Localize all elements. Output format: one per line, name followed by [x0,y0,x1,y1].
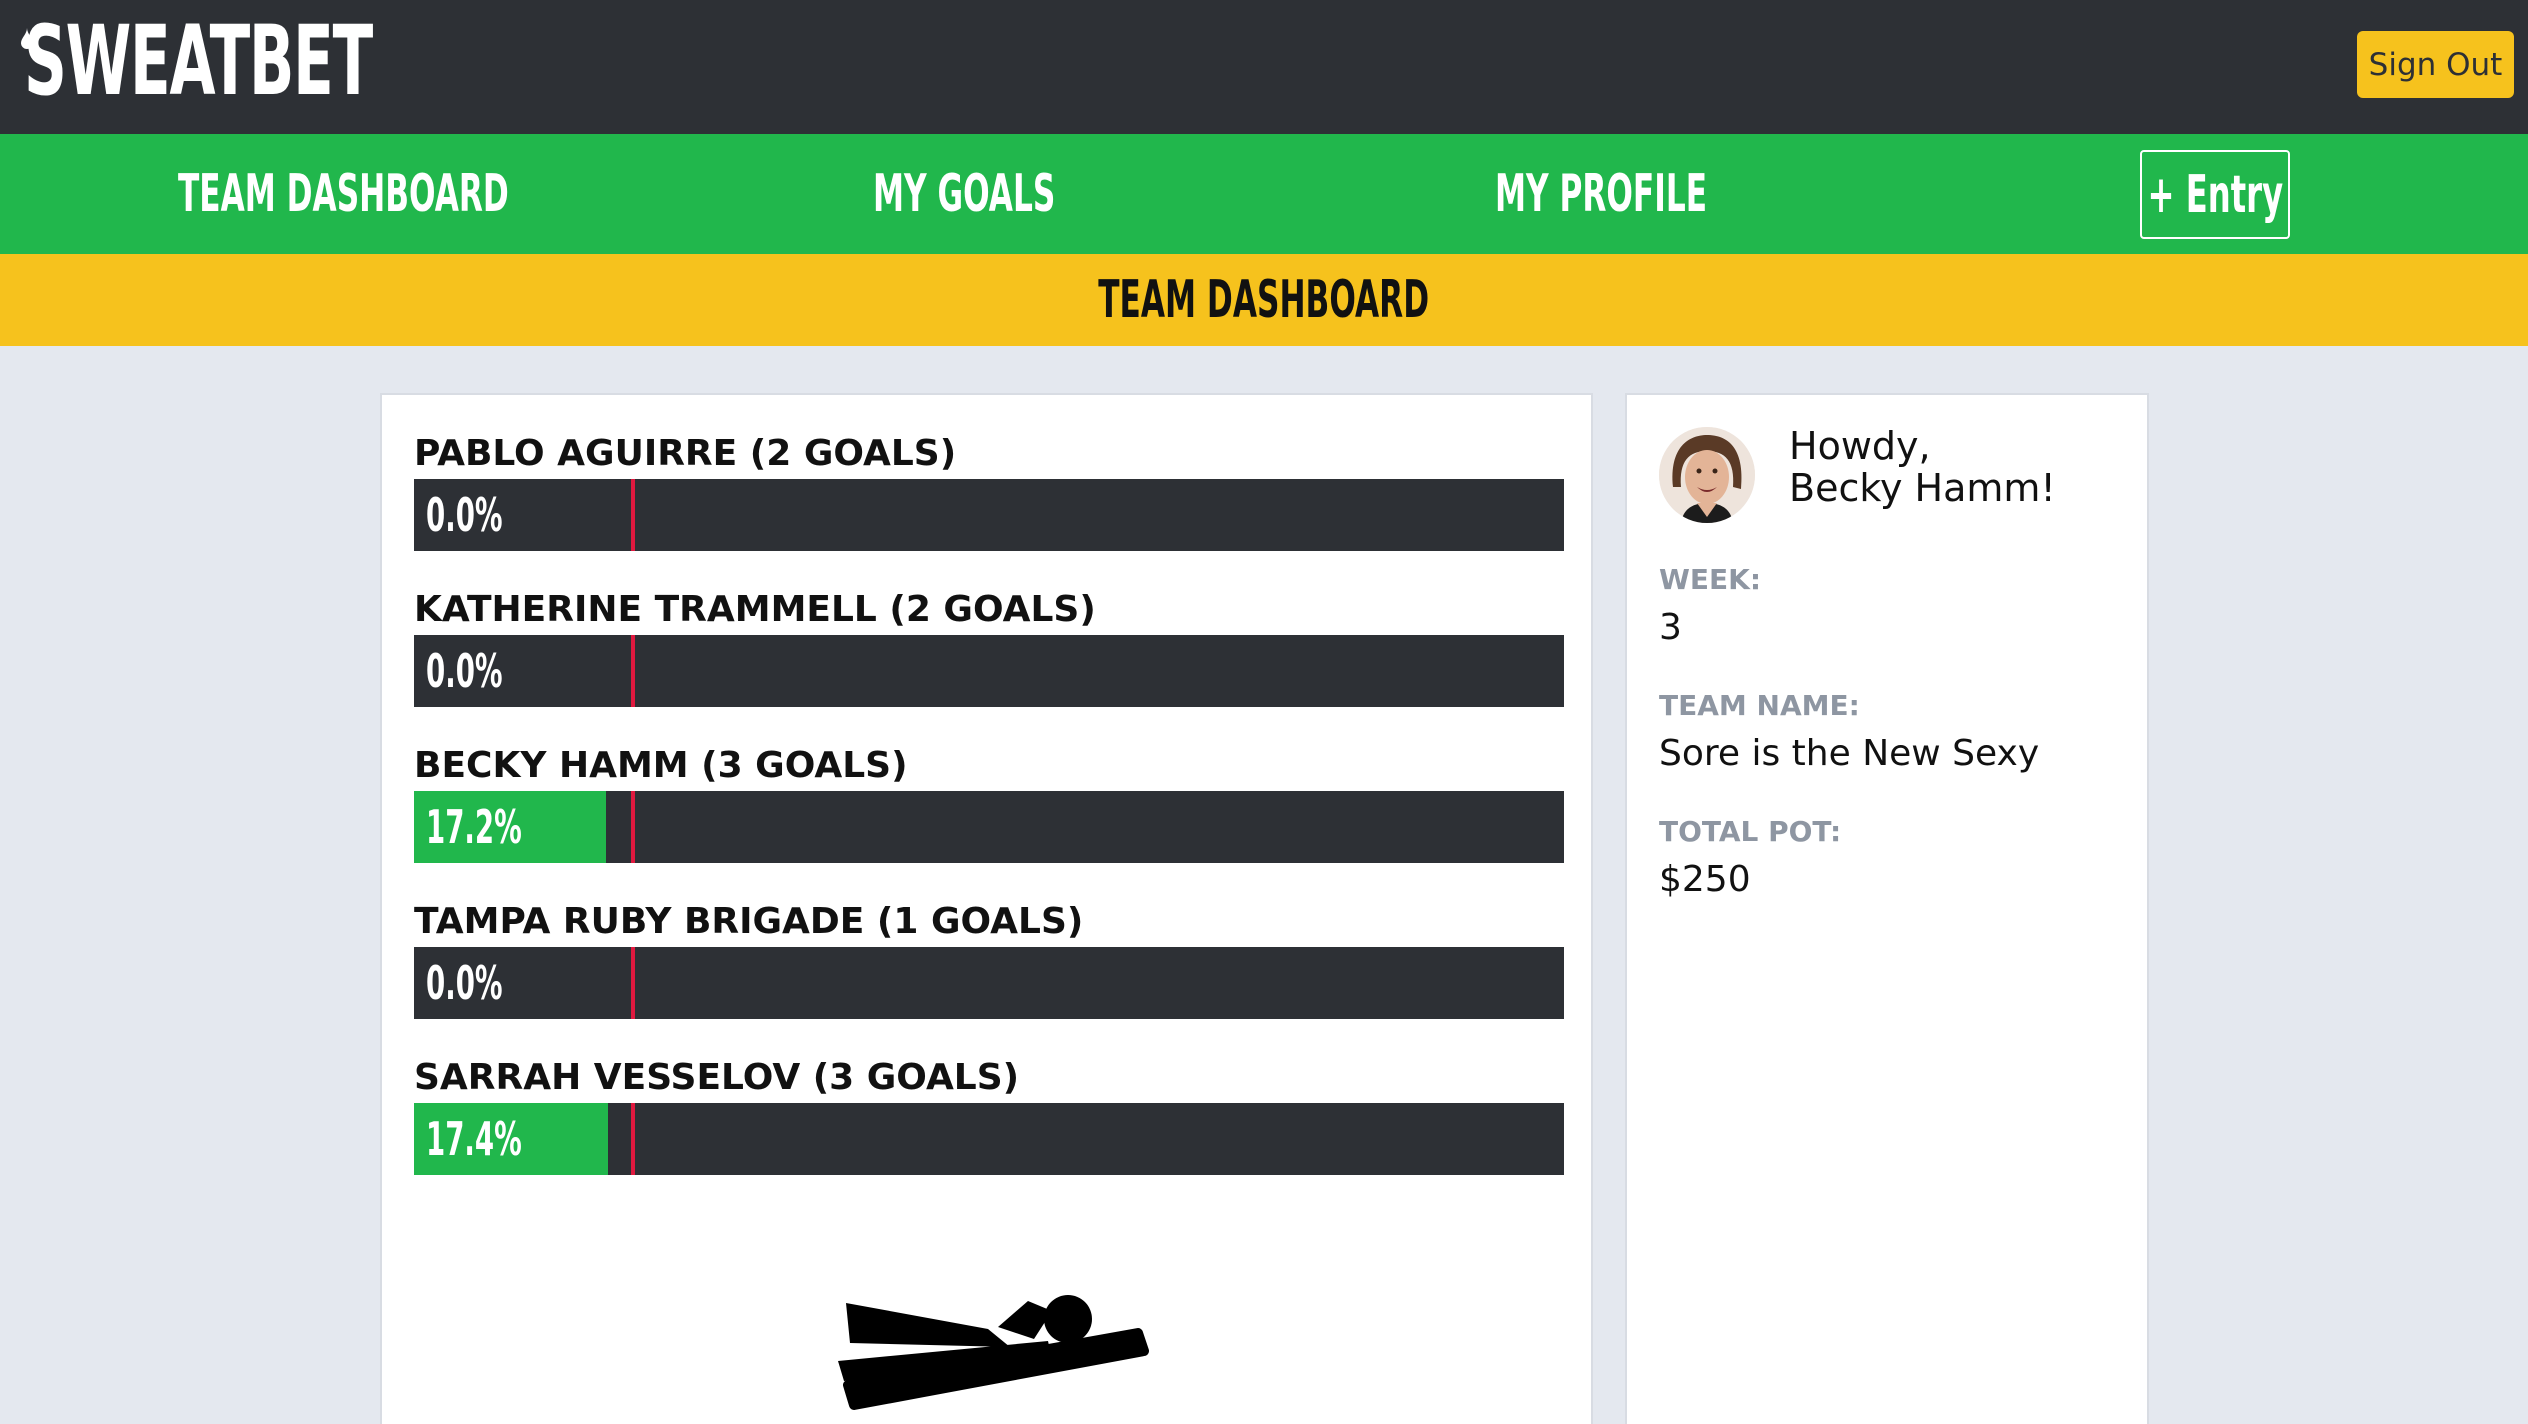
nav-my-profile-label: MY PROFILE [1495,164,1708,224]
greeting: Howdy, Becky Hamm! [1789,425,2056,509]
week-marker [631,947,635,1019]
progress-label: 0.0% [426,956,503,1010]
greeting-line-1: Howdy, [1789,424,1931,468]
progress-bar: 0.0% [414,947,1564,1019]
team-progress-card: PABLO AGUIRRE (2 GOALS) 0.0% KATHERINE T… [380,393,1593,1424]
total-pot-value: $250 [1659,859,1751,900]
team-name-label: TEAM NAME: [1659,689,1860,722]
member-name: TAMPA RUBY BRIGADE (1 GOALS) [414,901,1084,942]
progress-label: 0.0% [426,644,503,698]
progress-label: 0.0% [426,488,503,542]
nav-my-goals[interactable]: MY GOALS [873,134,1177,254]
member-name: KATHERINE TRAMMELL (2 GOALS) [414,589,1096,630]
logo-text: SWEATBET [24,5,373,117]
sign-out-button[interactable]: Sign Out [2357,31,2514,98]
member-name: BECKY HAMM (3 GOALS) [414,745,908,786]
member-row: TAMPA RUBY BRIGADE (1 GOALS) 0.0% [414,897,1564,1019]
week-marker [631,1103,635,1175]
week-value: 3 [1659,607,1682,648]
week-marker [631,791,635,863]
lying-person-icon [838,1295,1149,1410]
add-entry-label: + Entry [2147,164,2283,225]
week-marker [631,479,635,551]
member-name: PABLO AGUIRRE (2 GOALS) [414,433,957,474]
add-entry-button[interactable]: + Entry [2140,150,2290,239]
progress-bar: 0.0% [414,635,1564,707]
week-marker [631,635,635,707]
nav-my-goals-label: MY GOALS [873,164,1056,224]
page-title-banner: TEAM DASHBOARD [0,254,2528,346]
progress-bar: 0.0% [414,479,1564,551]
top-header: SWEATBET Sign Out [0,0,2528,134]
member-name: SARRAH VESSELOV (3 GOALS) [414,1057,1020,1098]
progress-bar: 17.4% [414,1103,1564,1175]
profile-summary-card: Howdy, Becky Hamm! WEEK: 3 TEAM NAME: So… [1625,393,2149,1424]
total-pot-label: TOTAL POT: [1659,815,1842,848]
page-title: TEAM DASHBOARD [1098,270,1430,330]
user-photo [1659,427,1755,523]
member-row: BECKY HAMM (3 GOALS) 17.2% [414,741,1564,863]
member-row: KATHERINE TRAMMELL (2 GOALS) 0.0% [414,585,1564,707]
nav-team-dashboard-label: TEAM DASHBOARD [178,164,509,224]
greeting-user-name: Becky Hamm! [1789,466,2056,510]
member-row: SARRAH VESSELOV (3 GOALS) 17.4% [414,1053,1564,1175]
sweatbet-logo[interactable]: SWEATBET [21,5,585,117]
week-label: WEEK: [1659,563,1762,596]
progress-label: 17.2% [426,800,522,854]
team-name-value: Sore is the New Sexy [1659,733,2040,774]
nav-team-dashboard[interactable]: TEAM DASHBOARD [178,134,729,254]
progress-bar: 17.2% [414,791,1564,863]
member-row: PABLO AGUIRRE (2 GOALS) 0.0% [414,429,1564,551]
avatar[interactable] [1659,427,1755,523]
nav-my-profile[interactable]: MY PROFILE [1495,134,1848,254]
progress-label: 17.4% [426,1112,522,1166]
